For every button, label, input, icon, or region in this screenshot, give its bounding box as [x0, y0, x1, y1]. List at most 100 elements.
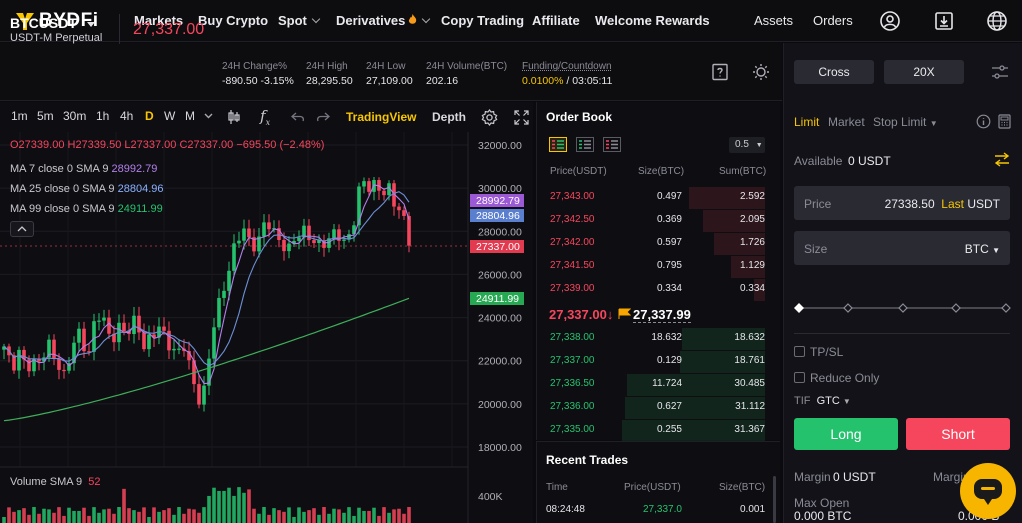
collapse-legend-button[interactable]	[10, 221, 34, 237]
volume-bar	[257, 513, 261, 523]
nav-derivatives[interactable]: Derivatives	[336, 13, 431, 28]
candle-body	[142, 332, 146, 350]
bid-row[interactable]: 27,335.00 0.255 31.367	[536, 420, 780, 442]
ob-price: 27,336.00	[550, 401, 595, 412]
symbol-selector[interactable]: BTCUSDT	[10, 15, 95, 31]
timeframe-5m[interactable]: 5m	[37, 109, 54, 123]
ask-row[interactable]: 27,339.00 0.334 0.334	[536, 279, 780, 301]
long-button[interactable]: Long	[794, 418, 898, 450]
candle-body	[357, 186, 361, 226]
stat-value: 202.16	[426, 75, 459, 87]
volume-bar	[357, 507, 361, 523]
timeframe-1m[interactable]: 1m	[11, 109, 28, 123]
bid-row[interactable]: 27,337.00 0.129 18.761	[536, 351, 780, 373]
candle-body	[402, 210, 406, 216]
indicators-fx-icon[interactable]: fx	[260, 107, 270, 127]
user-icon[interactable]	[879, 10, 901, 32]
y-tick-label: 28000.00	[478, 226, 522, 238]
info-icon[interactable]	[976, 114, 991, 129]
view-both-sides-icon[interactable]	[549, 137, 567, 152]
timeframe-30m[interactable]: 30m	[63, 109, 86, 123]
volume-bar	[282, 511, 286, 523]
redo-icon[interactable]	[316, 111, 330, 123]
tif-select[interactable]: TIF GTC ▼	[794, 395, 851, 407]
candle-body	[17, 349, 21, 371]
undo-icon[interactable]	[291, 111, 305, 123]
bid-row[interactable]: 27,336.50 11.724 30.485	[536, 374, 780, 396]
tab-stop-limit[interactable]: Stop Limit ▼	[873, 115, 938, 129]
nav-buy-crypto[interactable]: Buy Crypto	[198, 13, 268, 28]
price-step-value: 0.5	[735, 139, 749, 150]
ob-price: 27,343.00	[550, 191, 595, 202]
stat-24h-high: 24H High 28,295.50	[306, 61, 353, 87]
candle-body	[57, 358, 61, 370]
nav-copy-trading[interactable]: Copy Trading	[441, 13, 524, 28]
volume-bar	[77, 510, 81, 523]
tab-tradingview[interactable]: TradingView	[346, 110, 416, 124]
tab-depth[interactable]: Depth	[432, 110, 466, 124]
nav-orders[interactable]: Orders	[813, 13, 853, 28]
more-timeframes-icon[interactable]	[204, 113, 213, 119]
ma99-price-tag: 24911.99	[470, 292, 524, 305]
tab-limit[interactable]: Limit	[794, 115, 819, 129]
fullscreen-icon[interactable]	[514, 110, 529, 125]
reduce-only-checkbox[interactable]: Reduce Only	[794, 371, 879, 385]
volume-axis-tick: 400K	[478, 491, 503, 503]
leverage-button[interactable]: 20X	[884, 60, 964, 84]
short-button[interactable]: Short	[906, 418, 1010, 450]
size-percentage-slider[interactable]	[793, 300, 1012, 316]
ob-sum: 31.367	[734, 424, 765, 435]
preferences-sliders-icon[interactable]	[991, 63, 1009, 81]
nav-spot[interactable]: Spot	[278, 13, 321, 28]
support-chat-button[interactable]	[960, 463, 1016, 519]
rt-time: 08:24:48	[546, 504, 585, 515]
timeframe-1h[interactable]: 1h	[96, 109, 109, 123]
timeframe-w[interactable]: W	[164, 109, 175, 123]
nav-welcome-rewards[interactable]: Welcome Rewards	[595, 13, 710, 28]
volume-bar	[112, 513, 116, 523]
volume-bar	[167, 508, 171, 523]
candle-type-icon[interactable]	[227, 109, 241, 125]
ask-row[interactable]: 27,343.00 0.497 2.592	[536, 187, 780, 209]
ob-price: 27,335.00	[550, 424, 595, 435]
price-input[interactable]: Price 27338.50 Last USDT	[794, 186, 1010, 220]
chart-settings-gear-icon[interactable]	[481, 109, 498, 126]
bid-row[interactable]: 27,338.00 18.632 18.632	[536, 328, 780, 350]
transfer-arrows-icon[interactable]	[994, 152, 1010, 167]
contract-info-icon[interactable]	[711, 63, 729, 81]
calculator-icon[interactable]	[997, 114, 1012, 129]
timeframe-d[interactable]: D	[145, 109, 154, 123]
download-icon[interactable]	[933, 10, 955, 32]
volume-bar	[322, 507, 326, 523]
view-bids-icon[interactable]	[576, 137, 594, 152]
view-asks-icon[interactable]	[603, 137, 621, 152]
theme-sun-icon[interactable]	[752, 63, 770, 81]
volume-bar	[137, 511, 141, 523]
ma7-value: 28992.79	[111, 163, 158, 175]
price-step-select[interactable]: 0.5 ▼	[729, 137, 765, 153]
volume-bar	[12, 511, 16, 523]
bid-row[interactable]: 27,336.00 0.627 31.112	[536, 397, 780, 419]
price-value: 27338.50	[884, 197, 935, 211]
size-input[interactable]: Size BTC ▼	[794, 231, 1010, 265]
volume-bar	[67, 507, 71, 523]
stat-label: 24H High	[306, 61, 348, 72]
timeframe-m[interactable]: M	[185, 109, 195, 123]
tp-sl-checkbox[interactable]: TP/SL	[794, 345, 843, 359]
ob-size: 0.497	[656, 191, 682, 202]
candle-body	[247, 228, 251, 238]
last-price-button[interactable]: Last	[941, 197, 964, 211]
globe-icon[interactable]	[986, 10, 1008, 32]
timeframe-4h[interactable]: 4h	[120, 109, 133, 123]
ask-row[interactable]: 27,342.50 0.369 2.095	[536, 210, 780, 232]
volume-bar	[107, 508, 111, 523]
nav-affiliate[interactable]: Affiliate	[532, 13, 580, 28]
tab-market[interactable]: Market	[828, 115, 865, 129]
y-tick-label: 26000.00	[478, 269, 522, 281]
nav-assets[interactable]: Assets	[754, 13, 793, 28]
ask-row[interactable]: 27,341.50 0.795 1.129	[536, 256, 780, 278]
size-unit-select[interactable]: BTC ▼	[965, 242, 1000, 256]
margin-mode-button[interactable]: Cross	[794, 60, 874, 84]
recent-trades-scrollbar[interactable]	[773, 476, 776, 523]
ask-row[interactable]: 27,342.00 0.597 1.726	[536, 233, 780, 255]
